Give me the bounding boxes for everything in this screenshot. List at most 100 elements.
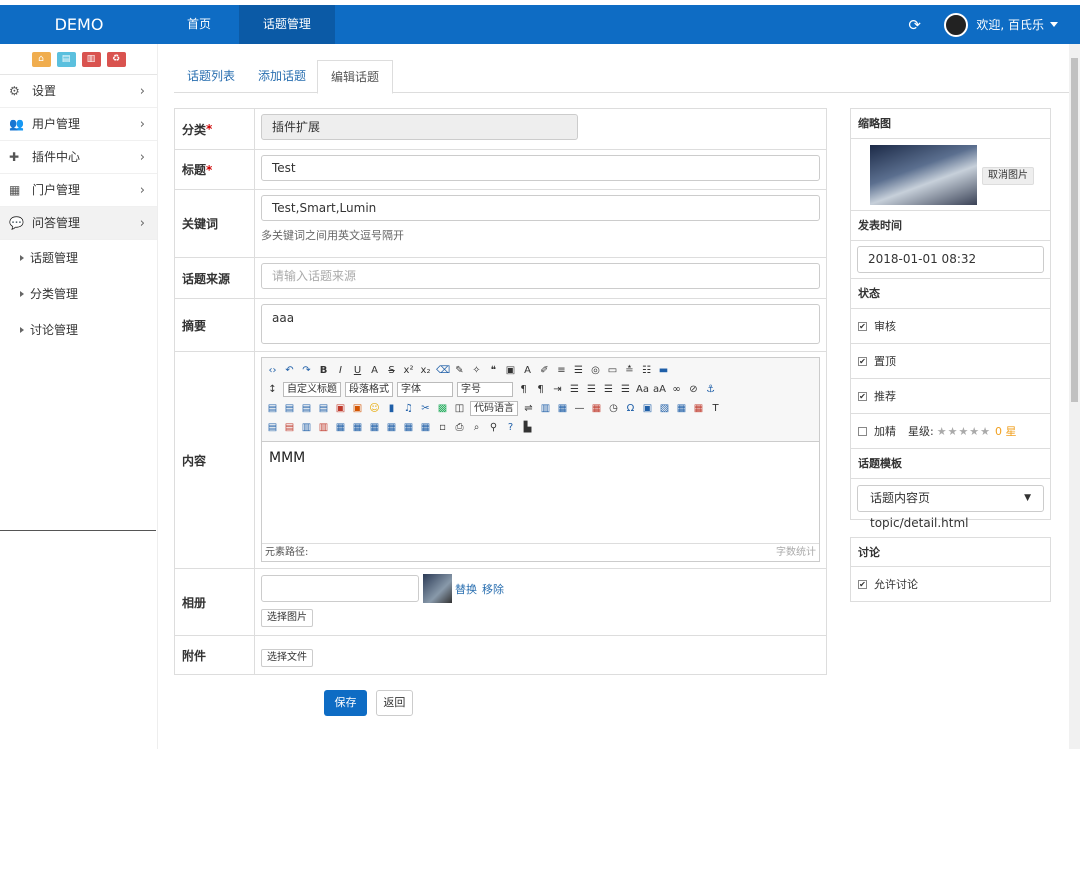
attachment-icon[interactable]: ✂ xyxy=(419,402,432,415)
sidebar-item-users[interactable]: 👥 用户管理 › xyxy=(0,108,157,141)
font-family-select[interactable]: 字体 xyxy=(397,382,453,397)
video-icon[interactable]: ▮ xyxy=(385,402,398,415)
template-icon[interactable]: ▦ xyxy=(556,402,569,415)
insert-frame-icon[interactable]: ◫ xyxy=(453,402,466,415)
font-size-select[interactable]: 字号 xyxy=(457,382,513,397)
align-right-icon[interactable]: ☰ xyxy=(602,383,615,396)
insert-table-icon[interactable]: ▦ xyxy=(675,402,688,415)
sidebar-item-plugins[interactable]: ✚ 插件中心 › xyxy=(0,141,157,174)
superscript-icon[interactable]: x² xyxy=(402,364,415,377)
auto-format-icon[interactable]: ✧ xyxy=(470,364,483,377)
horizontal-rule-icon[interactable]: — xyxy=(573,402,586,415)
italic-icon[interactable]: I xyxy=(334,364,347,377)
simple-upload-icon[interactable]: ▣ xyxy=(334,402,347,415)
template-select[interactable]: 话题内容页 topic/detail.html ▼ xyxy=(857,485,1044,530)
underline-icon[interactable]: U xyxy=(351,364,364,377)
paragraph-format-select[interactable]: 段落格式 xyxy=(345,382,393,397)
font-color-icon[interactable]: A xyxy=(521,364,534,377)
preview-icon[interactable]: ⌕ xyxy=(470,421,483,434)
help-icon[interactable]: ? xyxy=(504,421,517,434)
eraser-icon[interactable]: ⌫ xyxy=(436,364,450,377)
image-center-icon[interactable]: ▤ xyxy=(317,402,330,415)
star-rating-icons[interactable]: ★★★★★ xyxy=(937,414,991,449)
summary-textarea[interactable]: aaa xyxy=(261,304,820,344)
background-icon[interactable]: ▥ xyxy=(539,402,552,415)
image-none-icon[interactable]: ▤ xyxy=(266,402,279,415)
home-icon[interactable]: ⌂ xyxy=(31,51,51,67)
to-uppercase-icon[interactable]: Aa xyxy=(636,383,649,396)
delete-row-icon[interactable]: ▤ xyxy=(283,421,296,434)
strikethrough-icon[interactable]: S xyxy=(385,364,398,377)
emotion-icon[interactable]: ☺ xyxy=(368,402,381,415)
clear-doc-icon[interactable]: ▭ xyxy=(606,364,619,377)
replace-link[interactable]: 替换 xyxy=(455,581,477,597)
table-title-icon[interactable]: T xyxy=(709,402,722,415)
insert-row-icon[interactable]: ▤ xyxy=(266,421,279,434)
choose-image-button[interactable]: 选择图片 xyxy=(261,609,313,627)
sidebar-item-qa[interactable]: 💬 问答管理 › xyxy=(0,207,157,240)
tab-topic-list[interactable]: 话题列表 xyxy=(174,60,248,93)
to-lowercase-icon[interactable]: aA xyxy=(653,383,666,396)
line-height-icon[interactable]: ↕ xyxy=(266,383,279,396)
wordimage-icon[interactable]: ▣ xyxy=(641,402,654,415)
nav-home[interactable]: 首页 xyxy=(163,5,235,44)
cancel-image-button[interactable]: 取消图片 xyxy=(982,167,1034,185)
merge-cells-icon[interactable]: ▦ xyxy=(334,421,347,434)
image-left-icon[interactable]: ▤ xyxy=(283,402,296,415)
album-input[interactable] xyxy=(261,575,419,602)
image-right-icon[interactable]: ▤ xyxy=(300,402,313,415)
time-icon[interactable]: ◷ xyxy=(607,402,620,415)
highlight-icon[interactable]: ✐ xyxy=(538,364,551,377)
music-icon[interactable]: ♫ xyxy=(402,402,415,415)
trash-icon[interactable]: ▥ xyxy=(81,51,101,67)
split-rows-icon[interactable]: ▦ xyxy=(402,421,415,434)
delete-col-icon[interactable]: ▥ xyxy=(317,421,330,434)
merge-down-icon[interactable]: ▦ xyxy=(368,421,381,434)
nav-topic-management[interactable]: 话题管理 xyxy=(238,5,335,44)
charts-icon[interactable]: ▫ xyxy=(436,421,449,434)
back-button[interactable]: 返回 xyxy=(375,690,413,716)
bold-icon[interactable]: B xyxy=(317,364,330,377)
align-left-icon[interactable]: ☰ xyxy=(568,383,581,396)
title-input[interactable]: Test xyxy=(261,155,820,181)
save-button[interactable]: 保存 xyxy=(324,690,367,716)
brand-logo[interactable]: DEMO xyxy=(0,5,158,44)
justify-icon[interactable]: ☰ xyxy=(619,383,632,396)
split-cols-icon[interactable]: ▦ xyxy=(419,421,432,434)
link-icon[interactable]: ∞ xyxy=(670,383,683,396)
remove-link[interactable]: 移除 xyxy=(482,581,504,597)
thumbnail-image[interactable] xyxy=(870,145,977,205)
print-icon[interactable]: ⎙ xyxy=(453,421,466,434)
tab-add-topic[interactable]: 添加话题 xyxy=(245,60,319,93)
fullscreen-icon[interactable]: ▬ xyxy=(657,364,670,377)
unlink-icon[interactable]: ⊘ xyxy=(687,383,700,396)
sidebar-item-portal[interactable]: ▦ 门户管理 › xyxy=(0,174,157,207)
editor-content[interactable]: MMM xyxy=(262,442,819,543)
checkbox-checked[interactable]: ✔ xyxy=(858,579,867,589)
search-replace-icon[interactable]: ⚲ xyxy=(487,421,500,434)
status-top[interactable]: ✔ 置顶 xyxy=(851,344,1050,379)
blockquote-icon[interactable]: ❝ xyxy=(487,364,500,377)
subscript-icon[interactable]: x₂ xyxy=(419,364,432,377)
html-source-icon[interactable]: ‹› xyxy=(266,364,279,377)
code-language-select[interactable]: 代码语言 xyxy=(470,401,518,416)
scrollbar-thumb[interactable] xyxy=(1071,58,1078,402)
unordered-list-icon[interactable]: ☰ xyxy=(572,364,585,377)
redo-icon[interactable]: ↷ xyxy=(300,364,313,377)
delete-table-icon[interactable]: ▦ xyxy=(692,402,705,415)
font-border-icon[interactable]: A xyxy=(368,364,381,377)
split-cells-icon[interactable]: ▦ xyxy=(385,421,398,434)
ordered-list-icon[interactable]: ≡ xyxy=(555,364,568,377)
row-spacing-icon[interactable]: ≛ xyxy=(623,364,636,377)
paragraph-icon[interactable]: ☷ xyxy=(640,364,653,377)
checkbox-unchecked[interactable] xyxy=(858,426,867,436)
checkbox-checked[interactable]: ✔ xyxy=(858,321,867,331)
paste-text-icon[interactable]: ▣ xyxy=(504,364,517,377)
special-chars-icon[interactable]: Ω xyxy=(624,402,637,415)
keywords-input[interactable]: Test,Smart,Lumin xyxy=(261,195,820,221)
ltr-icon[interactable]: ¶ xyxy=(517,383,530,396)
indent-icon[interactable]: ⇥ xyxy=(551,383,564,396)
format-brush-icon[interactable]: ✎ xyxy=(453,364,466,377)
rtl-icon[interactable]: ¶ xyxy=(534,383,547,396)
refresh-icon[interactable]: ⟳ xyxy=(908,17,924,33)
